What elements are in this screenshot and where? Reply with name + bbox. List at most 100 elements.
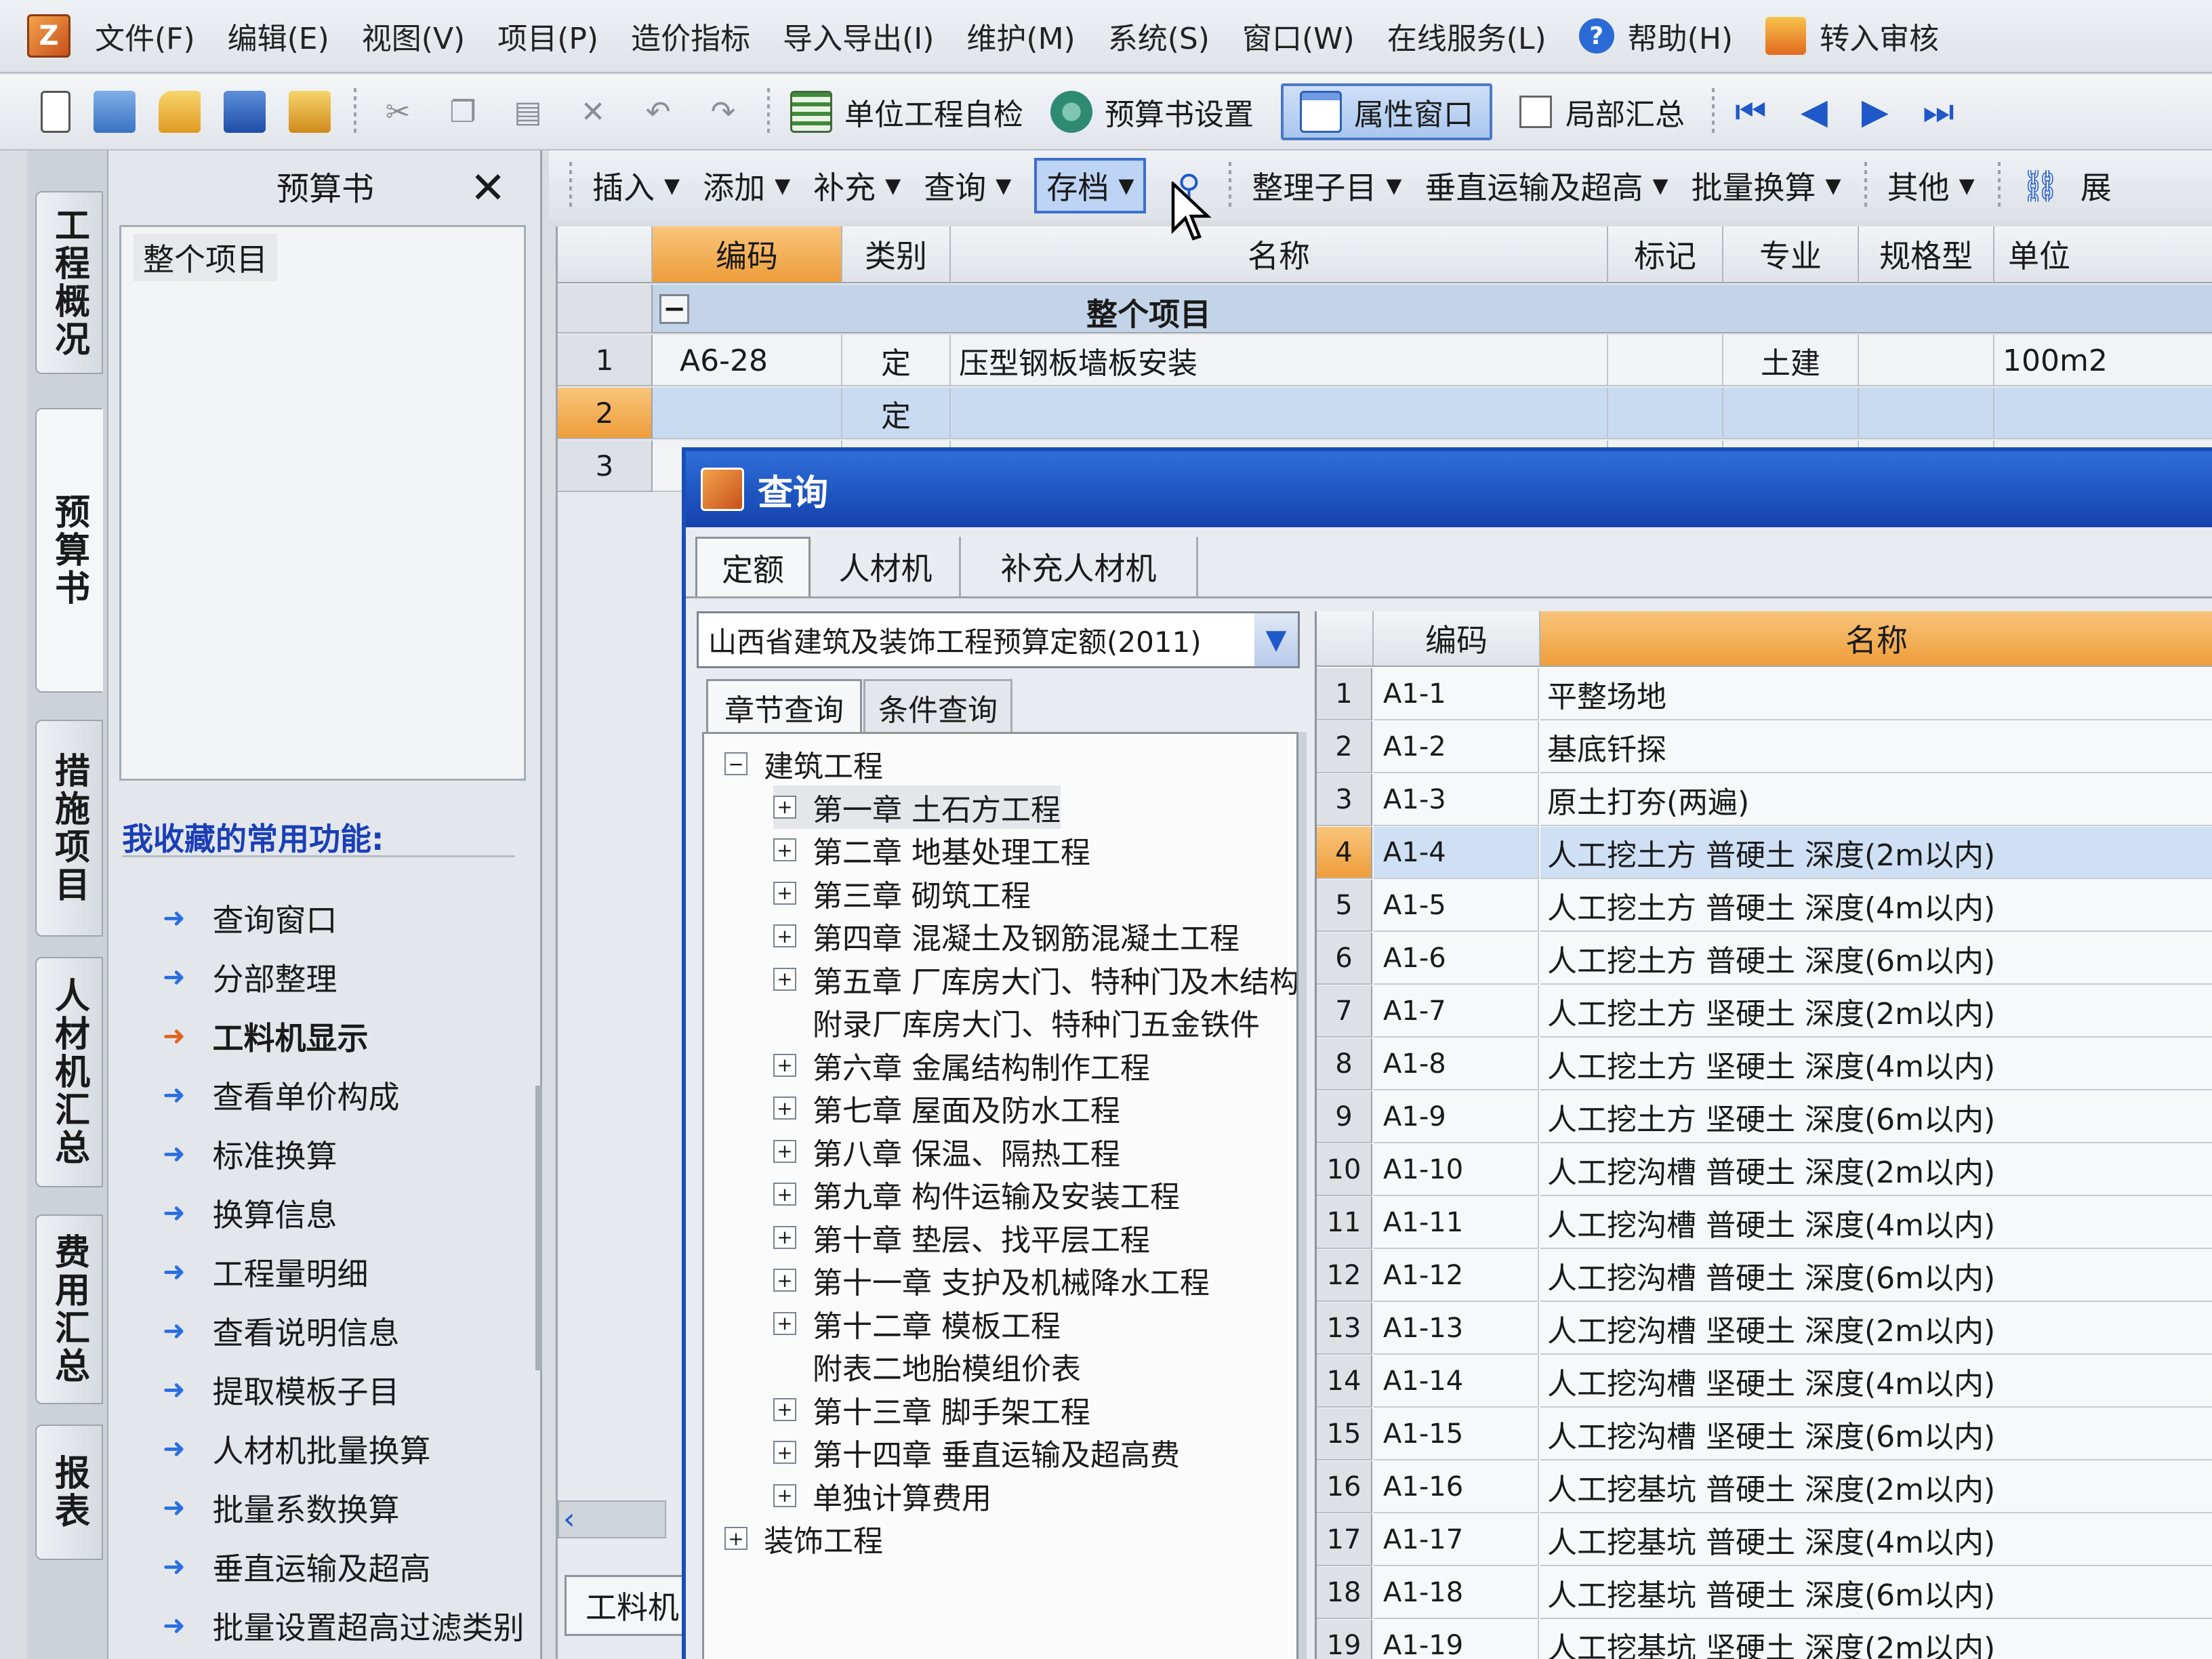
cell-spec[interactable] <box>1859 388 1994 439</box>
col-header-major[interactable]: 专业 <box>1723 226 1859 283</box>
tab-labor-material-machine[interactable]: 人材机 <box>812 537 961 596</box>
quota-row-number[interactable]: 1 <box>1317 668 1372 720</box>
insert-button[interactable]: 插入 ▼ <box>592 163 680 208</box>
expand-icon[interactable]: + <box>773 1441 796 1464</box>
expand-icon[interactable]: + <box>773 881 796 905</box>
favorite-item[interactable]: ➜ 垂直运输及超高 <box>163 1544 431 1589</box>
cell-unit[interactable] <box>1994 388 2212 439</box>
horizontal-scrollbar[interactable]: ‹ <box>558 1500 666 1538</box>
supplement-button[interactable]: 补充 ▼ <box>813 163 901 208</box>
dialog-title-bar[interactable]: 查询 <box>686 451 2212 527</box>
favorite-item[interactable]: ➜ 提取模板子目 <box>163 1368 400 1412</box>
quota-name-cell[interactable]: 人工挖沟槽 坚硬土 深度(4m以内) <box>1540 1355 2212 1408</box>
row-number[interactable]: 1 <box>558 335 653 386</box>
cut-icon[interactable]: ✂ <box>377 91 419 133</box>
quota-row-number[interactable]: 12 <box>1317 1250 1372 1302</box>
organize-items-button[interactable]: 整理子目 ▼ <box>1252 163 1401 208</box>
expand-icon[interactable]: + <box>773 1183 796 1206</box>
tab-labor-material[interactable]: 工料机 <box>565 1575 700 1636</box>
favorite-item[interactable]: ➜ 批量设置超高过滤类别 <box>163 1603 525 1648</box>
open-icon[interactable] <box>289 91 331 133</box>
quota-row-number[interactable]: 18 <box>1317 1567 1372 1619</box>
quota-name-cell[interactable]: 人工挖基坑 普硬土 深度(2m以内) <box>1540 1461 2212 1513</box>
scroll-left-icon[interactable]: ‹ <box>563 1502 575 1536</box>
quota-code-cell[interactable]: A1-6 <box>1374 933 1539 985</box>
quota-name-cell[interactable]: 人工挖基坑 普硬土 深度(4m以内) <box>1540 1514 2212 1566</box>
paste-icon[interactable]: ▤ <box>507 91 549 133</box>
tree-node[interactable]: + 第八章 保温、隔热工程 <box>773 1130 1120 1173</box>
quota-row-number[interactable]: 16 <box>1317 1461 1372 1513</box>
tree-node[interactable]: + 第十一章 支护及机械降水工程 <box>773 1258 1210 1302</box>
undo-icon[interactable]: ↶ <box>637 91 679 133</box>
quota-name-cell[interactable]: 人工挖沟槽 坚硬土 深度(2m以内) <box>1540 1303 2212 1355</box>
quota-code-cell[interactable]: A1-5 <box>1374 880 1539 932</box>
first-record-icon[interactable]: ⏮ <box>1735 91 1767 133</box>
quota-name-cell[interactable]: 人工挖土方 坚硬土 深度(4m以内) <box>1540 1038 2212 1090</box>
quota-row-number[interactable]: 19 <box>1317 1620 1372 1659</box>
quota-code-cell[interactable]: A1-17 <box>1374 1514 1539 1566</box>
tab-chapter-query[interactable]: 章节查询 <box>706 679 862 733</box>
quota-row-number[interactable]: 3 <box>1317 774 1372 826</box>
quota-name-cell[interactable]: 基底钎探 <box>1540 721 2212 773</box>
table-row[interactable]: 定 <box>653 388 2212 439</box>
col-header-unit[interactable]: 单位 <box>1994 226 2212 283</box>
quota-row-number[interactable]: 10 <box>1317 1144 1372 1196</box>
new-file-icon[interactable] <box>41 91 70 133</box>
cell-name[interactable]: 压型钢板墙板安装 <box>951 335 1608 386</box>
tab-supplement-lmm[interactable]: 补充人材机 <box>961 537 1198 596</box>
quota-name-cell[interactable]: 人工挖土方 普硬土 深度(6m以内) <box>1540 933 2212 985</box>
add-button[interactable]: 添加 ▼ <box>703 163 790 208</box>
tree-node[interactable]: + 第七章 屋面及防水工程 <box>773 1086 1120 1130</box>
property-window-button[interactable]: 属性窗口 <box>1281 83 1492 140</box>
quota-row-number[interactable]: 17 <box>1317 1514 1372 1566</box>
tree-node[interactable]: + 第二章 地基处理工程 <box>773 828 1090 872</box>
quota-name-cell[interactable]: 人工挖沟槽 普硬土 深度(2m以内) <box>1540 1144 2212 1196</box>
collapse-icon[interactable]: − <box>724 752 747 775</box>
quota-row-number[interactable]: 13 <box>1317 1303 1372 1355</box>
expand-icon[interactable]: + <box>773 1397 796 1421</box>
col-header-type[interactable]: 类别 <box>842 226 951 283</box>
cell-code[interactable]: A6-28 <box>653 335 842 386</box>
menu-submit-audit[interactable]: 转入审核 <box>1820 14 1939 58</box>
tab-budget-book[interactable]: 预算书 <box>35 408 103 693</box>
cell-name[interactable] <box>951 388 1608 439</box>
quota-name-cell[interactable]: 平整场地 <box>1540 668 2212 720</box>
quota-row-number[interactable]: 8 <box>1317 1038 1372 1090</box>
tree-node[interactable]: + 单独计算费用 <box>773 1474 991 1517</box>
quota-name-cell[interactable]: 人工挖土方 坚硬土 深度(2m以内) <box>1540 985 2212 1038</box>
copy-icon[interactable]: ❐ <box>442 91 484 133</box>
menu-maintain[interactable]: 维护(M) <box>966 14 1075 58</box>
quota-code-cell[interactable]: A1-19 <box>1374 1620 1539 1659</box>
quota-code-cell[interactable]: A1-18 <box>1374 1567 1539 1619</box>
tab-reports[interactable]: 报表 <box>35 1425 103 1560</box>
expand-icon[interactable]: + <box>773 1269 796 1292</box>
quota-code-cell[interactable]: A1-8 <box>1374 1038 1539 1090</box>
tree-node[interactable]: + 第三章 砌筑工程 <box>773 872 1031 915</box>
row-number[interactable]: 2 <box>558 388 653 439</box>
quota-code-cell[interactable]: A1-13 <box>1374 1303 1539 1355</box>
menu-file[interactable]: 文件(F) <box>95 14 195 58</box>
vertical-transport-button[interactable]: 垂直运输及超高 ▼ <box>1425 163 1668 208</box>
tab-labor-material-summary[interactable]: 人材机汇总 <box>35 957 103 1187</box>
quota-name-cell[interactable]: 人工挖沟槽 普硬土 深度(6m以内) <box>1540 1250 2212 1302</box>
tree-node[interactable]: + 第十四章 垂直运输及超高费 <box>773 1431 1180 1474</box>
expand-icon[interactable]: + <box>773 1097 796 1120</box>
col-header-spec[interactable]: 规格型 <box>1859 226 1994 283</box>
unit-check-button[interactable]: 单位工程自检 <box>790 90 1023 134</box>
quota-row-number[interactable]: 4 <box>1317 827 1372 879</box>
cell-mark[interactable] <box>1608 388 1723 439</box>
last-record-icon[interactable]: ⏭ <box>1923 91 1954 133</box>
tab-condition-query[interactable]: 条件查询 <box>863 679 1012 733</box>
quota-code-cell[interactable]: A1-15 <box>1374 1408 1539 1460</box>
open-folder-icon[interactable] <box>159 91 201 133</box>
cell-major[interactable]: 土建 <box>1723 335 1859 386</box>
quota-library-select[interactable]: 山西省建筑及装饰工程预算定额(2011) ▼ <box>697 611 1300 668</box>
menu-window[interactable]: 窗口(W) <box>1242 14 1355 58</box>
tree-node[interactable]: + 第四章 混凝土及钢筋混凝土工程 <box>773 914 1240 958</box>
expand-icon[interactable]: + <box>773 838 796 861</box>
quota-name-cell[interactable]: 人工挖土方 普硬土 深度(2m以内) <box>1540 827 2212 879</box>
expand-icon[interactable]: + <box>724 1527 747 1550</box>
cell-major[interactable] <box>1723 388 1859 439</box>
menu-help[interactable]: 帮助(H) <box>1628 14 1733 58</box>
group-row[interactable]: − 整个项目 <box>653 285 2212 333</box>
